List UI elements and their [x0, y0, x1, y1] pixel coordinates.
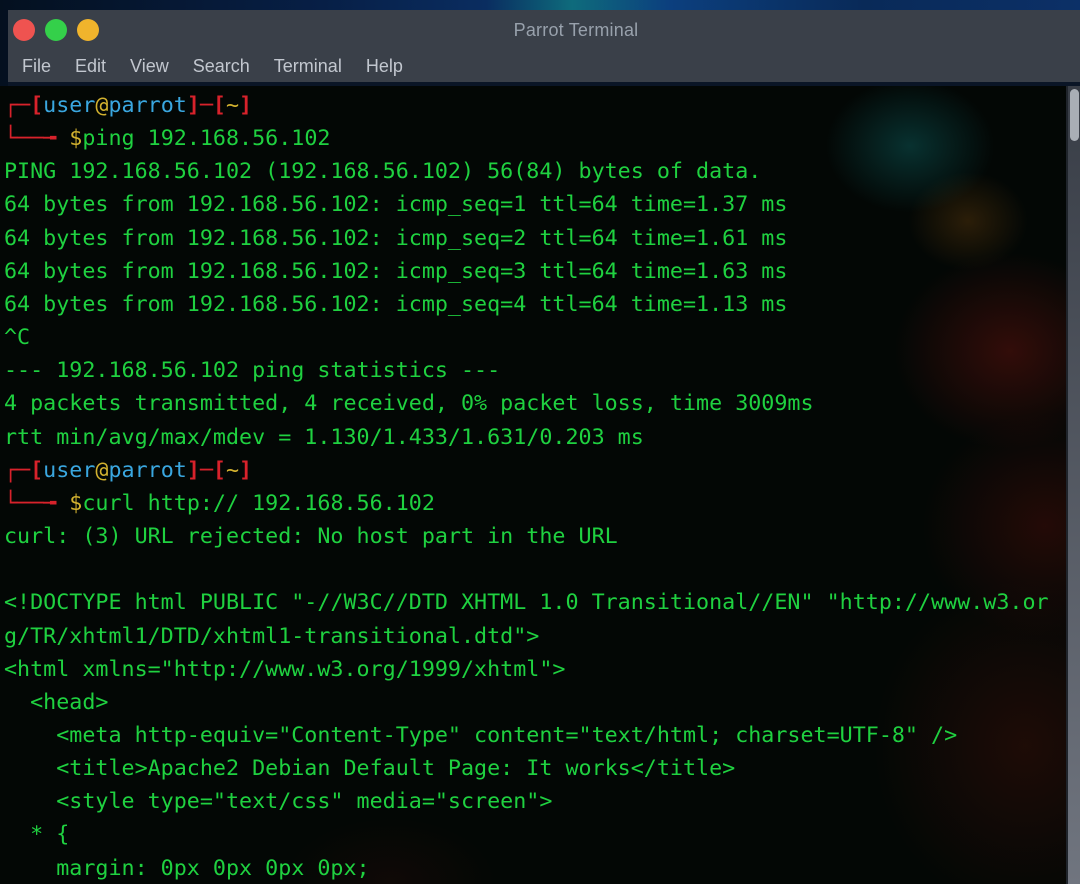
desktop-wallpaper: Parrot Terminal File Edit View Search Termin…	[0, 0, 1080, 884]
terminal-line: <!DOCTYPE html PUBLIC "-//W3C//DTD XHTML…	[4, 590, 1049, 616]
terminal-line: 64 bytes from 192.168.56.102: icmp_seq=1…	[4, 192, 788, 218]
menu-bar: File Edit View Search Terminal Help	[8, 50, 1080, 86]
terminal-line: 64 bytes from 192.168.56.102: icmp_seq=3…	[4, 258, 788, 284]
terminal-line: rtt min/avg/max/mdev = 1.130/1.433/1.631…	[4, 424, 644, 450]
terminal-line: --- 192.168.56.102 ping statistics ---	[4, 358, 501, 384]
menu-search[interactable]: Search	[193, 56, 250, 77]
menu-edit[interactable]: Edit	[75, 56, 106, 77]
terminal-screen[interactable]: ┌─[user@parrot]─[~] └──╼ $ping 192.168.56…	[0, 86, 1080, 884]
menu-view[interactable]: View	[130, 56, 169, 77]
terminal-line: └──╼ $ping 192.168.56.102	[4, 126, 331, 152]
terminal-line: 64 bytes from 192.168.56.102: icmp_seq=4…	[4, 291, 788, 317]
terminal-line: ┌─[user@parrot]─[~]	[4, 93, 253, 118]
terminal-line: <style type="text/css" media="screen">	[4, 789, 553, 815]
terminal-line: 4 packets transmitted, 4 received, 0% pa…	[4, 391, 814, 417]
terminal-line: <meta http-equiv="Content-Type" content=…	[4, 722, 958, 748]
terminal-output: ┌─[user@parrot]─[~] └──╼ $ping 192.168.56…	[4, 89, 1064, 884]
terminal-line: ^C	[4, 325, 31, 351]
terminal-line: <title>Apache2 Debian Default Page: It w…	[4, 756, 736, 782]
terminal-line: ┌─[user@parrot]─[~]	[4, 457, 253, 483]
terminal-line: <html xmlns="http://www.w3.org/1999/xhtm…	[4, 656, 566, 682]
menu-terminal[interactable]: Terminal	[274, 56, 342, 77]
scrollbar[interactable]	[1066, 86, 1080, 884]
terminal-window: Parrot Terminal File Edit View Search Termin…	[0, 10, 1080, 884]
close-button[interactable]	[13, 19, 35, 41]
window-title: Parrot Terminal	[513, 19, 639, 40]
terminal-line: 64 bytes from 192.168.56.102: icmp_seq=2…	[4, 225, 788, 251]
terminal-line: curl: (3) URL rejected: No host part in …	[4, 524, 618, 550]
terminal-line: └──╼ $curl http:// 192.168.56.102	[4, 490, 435, 516]
window-titlebar: Parrot Terminal	[8, 10, 1080, 50]
scrollbar-thumb[interactable]	[1070, 89, 1079, 141]
terminal-line: PING 192.168.56.102 (192.168.56.102) 56(…	[4, 159, 762, 185]
terminal-line: margin: 0px 0px 0px 0px;	[4, 855, 370, 881]
menu-file[interactable]: File	[22, 56, 51, 77]
terminal-line: g/TR/xhtml1/DTD/xhtml1-transitional.dtd"…	[4, 623, 540, 649]
terminal-line: <head>	[4, 689, 109, 715]
terminal-line: * {	[4, 822, 70, 848]
menu-help[interactable]: Help	[366, 56, 403, 77]
